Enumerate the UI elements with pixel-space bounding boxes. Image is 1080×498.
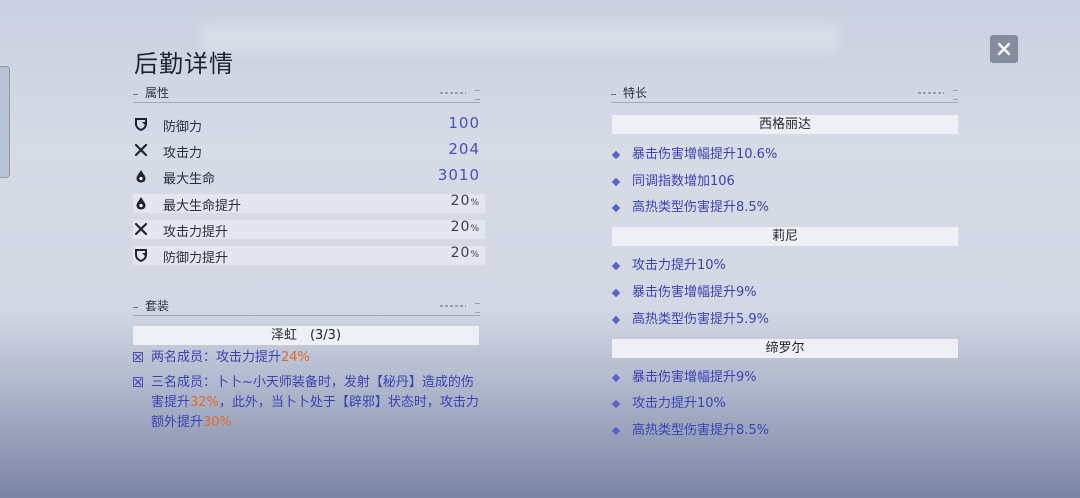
set-bonus-icon [133, 352, 143, 362]
trait-member-name: 缔罗尔 [612, 339, 958, 358]
shield-icon [135, 118, 147, 131]
diamond-bullet-icon [611, 399, 621, 409]
attr-row-attack: 攻击力 204 [133, 140, 485, 161]
diamond-bullet-icon [611, 203, 621, 213]
trait-member-name: 西格丽达 [612, 115, 958, 134]
side-drawer-handle[interactable] [0, 66, 10, 178]
diamond-bullet-icon [611, 261, 621, 271]
drop-icon [136, 170, 146, 183]
swords-icon [134, 222, 148, 236]
background-blur [200, 22, 840, 52]
diamond-bullet-icon [611, 315, 621, 325]
diamond-bullet-icon [611, 426, 621, 436]
page-title: 后勤详情 [134, 50, 234, 78]
close-button[interactable] [990, 35, 1018, 63]
section-header-set: 套装 [133, 299, 480, 316]
diamond-bullet-icon [611, 177, 621, 187]
set-name-bar: 泽虹 (3/3) [133, 326, 479, 345]
close-icon [997, 42, 1011, 56]
diamond-bullet-icon [611, 288, 621, 298]
swords-icon [134, 143, 148, 157]
diamond-bullet-icon [611, 373, 621, 383]
drop-icon [136, 197, 146, 210]
attr-row-defense-boost: 防御力提升 20% [133, 245, 485, 266]
attr-row-max-hp-boost: 最大生命提升 20% [133, 193, 485, 214]
attr-row-max-hp: 最大生命 3010 [133, 166, 485, 187]
diamond-bullet-icon [611, 150, 621, 160]
shield-icon [135, 249, 147, 262]
trait-member-name: 莉尼 [612, 227, 958, 246]
set-bonus-icon [133, 377, 143, 387]
section-header-attributes: 属性 [133, 86, 480, 103]
attr-row-attack-boost: 攻击力提升 20% [133, 219, 485, 240]
section-header-traits: 特长 [611, 86, 958, 103]
attr-row-defense: 防御力 100 [133, 114, 485, 135]
